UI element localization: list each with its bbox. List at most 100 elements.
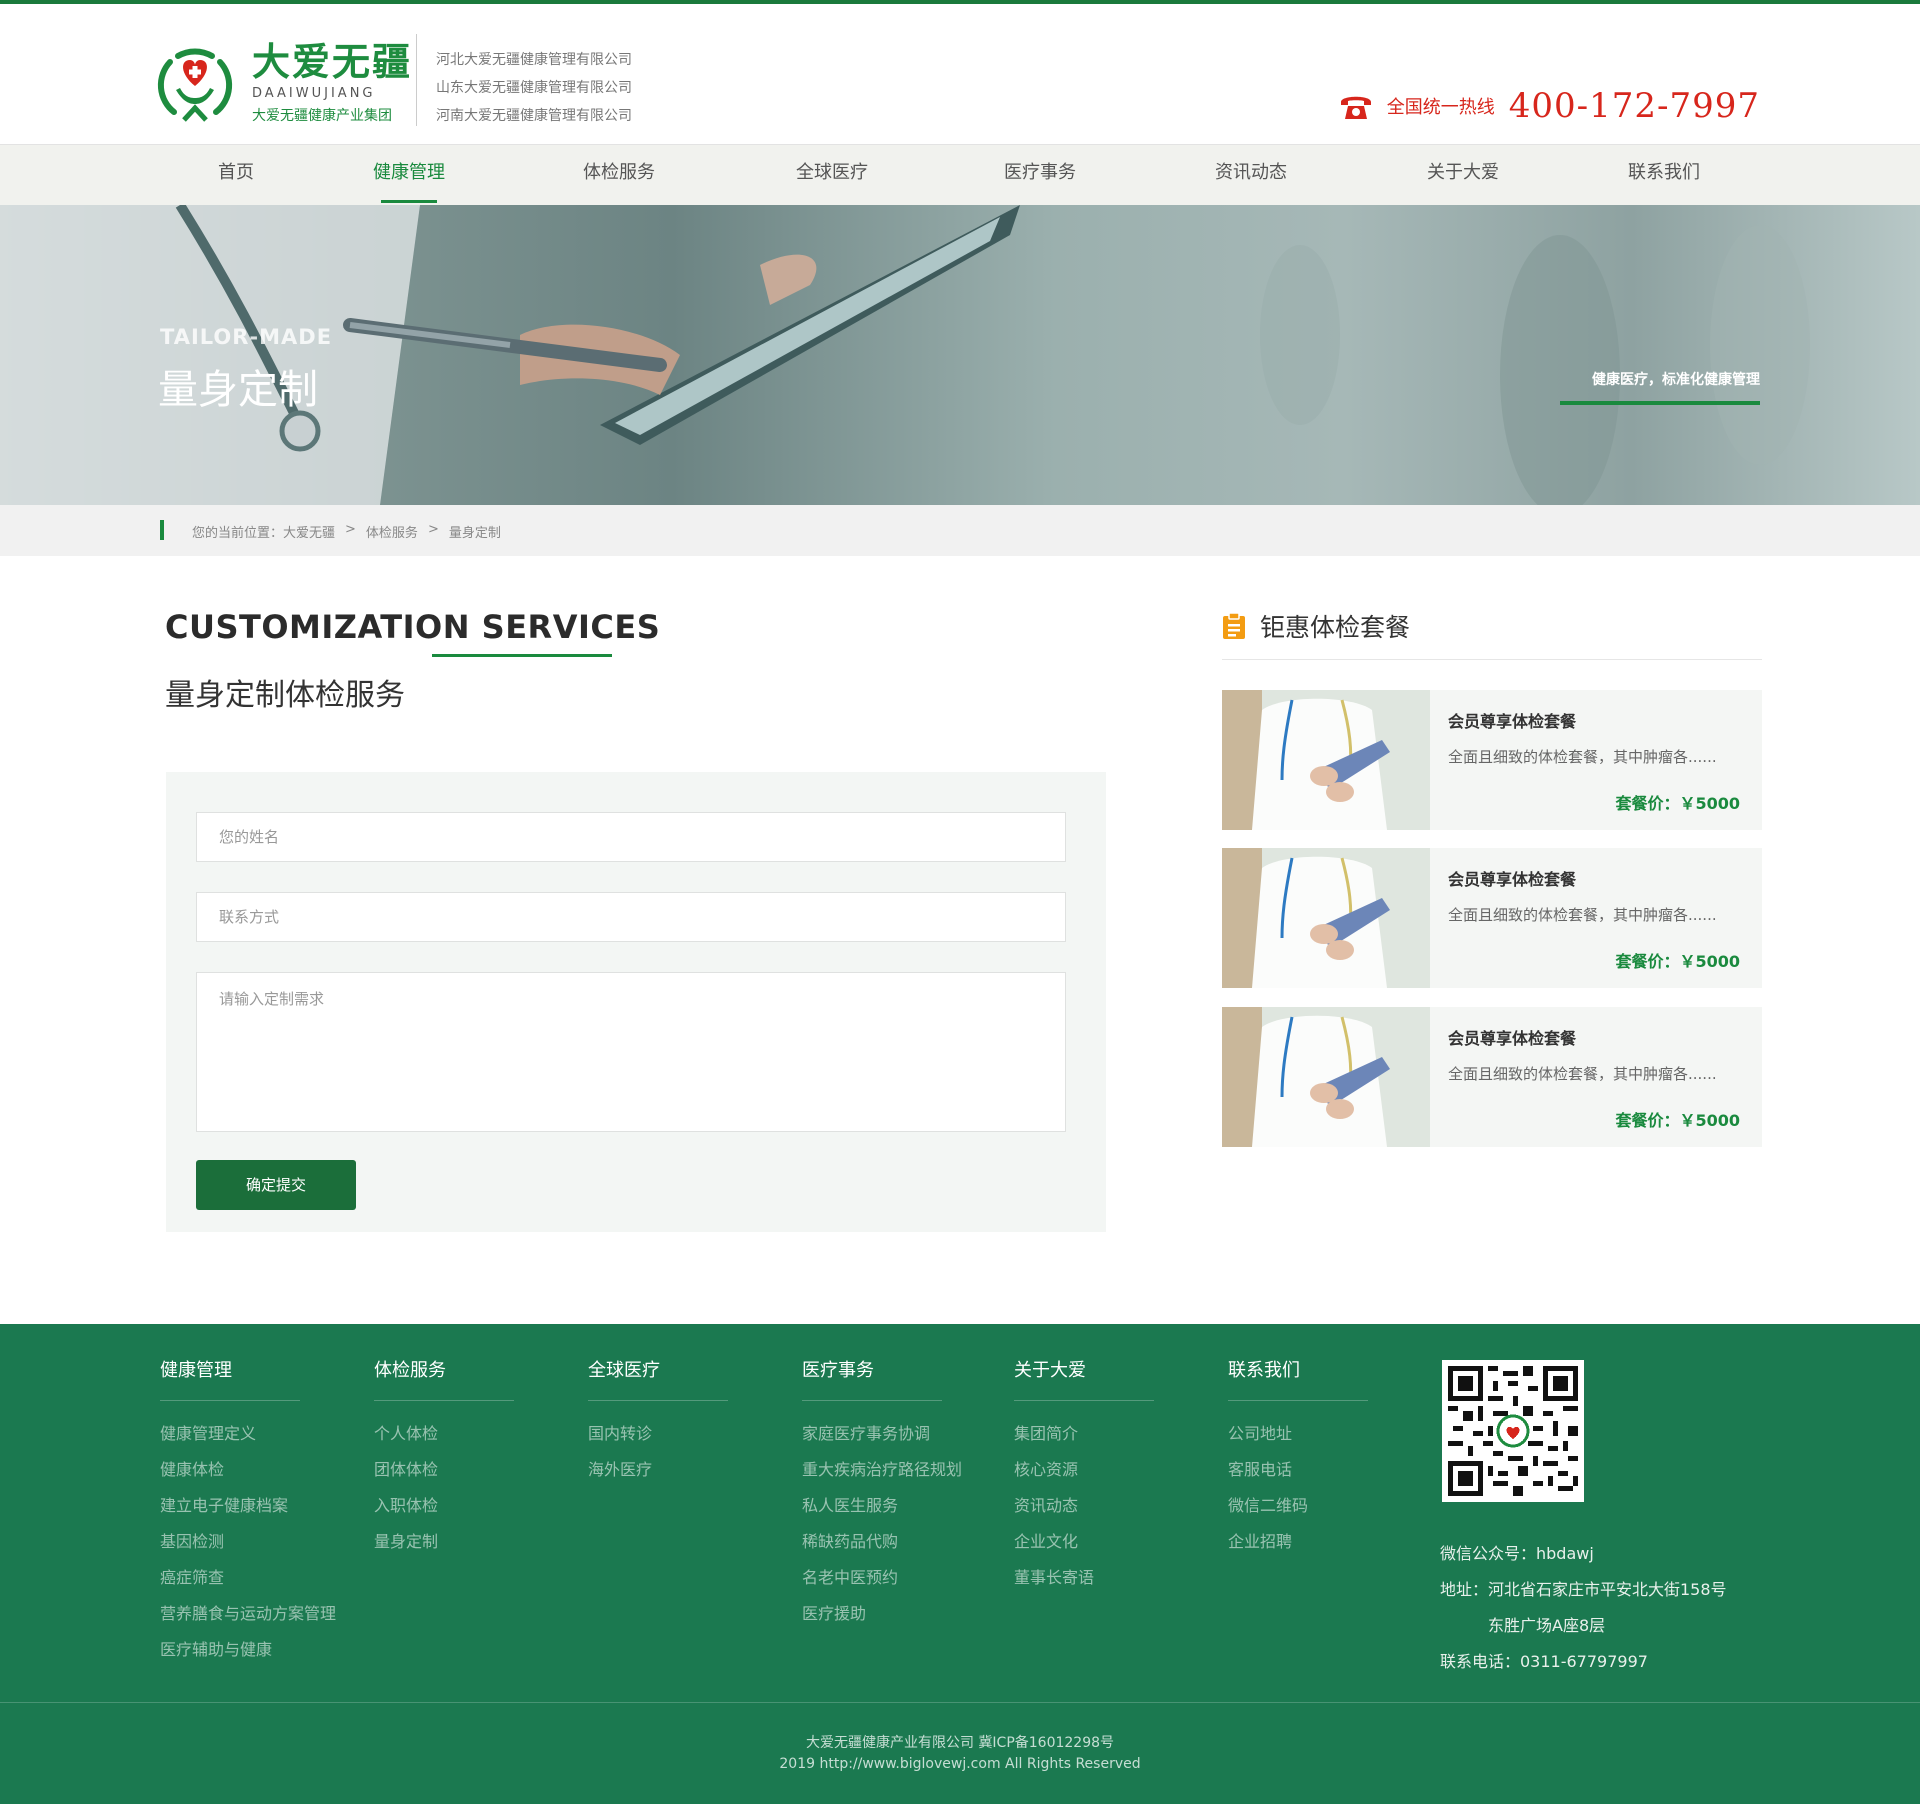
brand-logo-icon[interactable] bbox=[156, 42, 234, 124]
footer-link[interactable]: 医疗援助 bbox=[802, 1603, 962, 1625]
footer-link[interactable]: 团体体检 bbox=[374, 1459, 514, 1481]
footer-link[interactable]: 核心资源 bbox=[1014, 1459, 1154, 1481]
footer-link[interactable]: 基因检测 bbox=[160, 1531, 336, 1553]
footer-column-affairs: 医疗事务 家庭医疗事务协调 重大疾病治疗路径规划 私人医生服务 稀缺药品代购 名… bbox=[802, 1356, 962, 1625]
section-title-cn: 量身定制体检服务 bbox=[165, 678, 405, 713]
copyright-company: 大爱无疆健康产业有限公司 冀ICP备16012298号 bbox=[805, 1735, 1115, 1751]
footer-link[interactable]: 资讯动态 bbox=[1014, 1495, 1154, 1517]
sidebar-title: 钜惠体检套餐 bbox=[1260, 613, 1411, 642]
breadcrumb-current: 量身定制 bbox=[448, 526, 501, 541]
brand-text: 大爱无疆 DAAIWUJIANG 大爱无疆健康产业集团 bbox=[252, 40, 412, 125]
nav-item-checkup-services[interactable]: 体检服务 bbox=[559, 145, 679, 206]
brand-name-en: DAAIWUJIANG bbox=[252, 86, 376, 101]
breadcrumb-checkup[interactable]: 体检服务 bbox=[366, 522, 418, 541]
footer-link[interactable]: 企业招聘 bbox=[1228, 1531, 1368, 1553]
telephone-icon bbox=[1340, 96, 1371, 119]
package-title[interactable]: 会员尊享体检套餐 bbox=[1448, 1025, 1576, 1049]
footer-link[interactable]: 量身定制 bbox=[374, 1531, 514, 1553]
package-card[interactable]: 会员尊享体检套餐 全面且细致的体检套餐，其中肿瘤各...... 套餐价：￥500… bbox=[1222, 848, 1762, 988]
contact-phone: 联系电话：0311-67797997 bbox=[1440, 1652, 1648, 1671]
footer-heading: 全球医疗 bbox=[588, 1356, 728, 1401]
package-price: 套餐价：￥5000 bbox=[1615, 794, 1740, 813]
footer-column-about: 关于大爱 集团简介 核心资源 资讯动态 企业文化 董事长寄语 bbox=[1014, 1356, 1154, 1589]
nav-item-medical-affairs[interactable]: 医疗事务 bbox=[980, 145, 1100, 206]
footer-divider bbox=[0, 1702, 1920, 1703]
main-nav: 首页 健康管理 体检服务 全球医疗 医疗事务 资讯动态 关于大爱 联系我们 bbox=[0, 144, 1920, 205]
footer-link[interactable]: 集团简介 bbox=[1014, 1423, 1154, 1445]
address-line: 地址：河北省石家庄市平安北大街158号 bbox=[1440, 1580, 1727, 1599]
footer-link[interactable]: 客服电话 bbox=[1228, 1459, 1368, 1481]
header-divider bbox=[416, 34, 417, 126]
footer-link[interactable]: 医疗辅助与健康 bbox=[160, 1639, 336, 1661]
package-card[interactable]: 会员尊享体检套餐 全面且细致的体检套餐，其中肿瘤各...... 套餐价：￥500… bbox=[1222, 690, 1762, 830]
address-line-2: 东胜广场A座8层 bbox=[1488, 1616, 1606, 1635]
package-card[interactable]: 会员尊享体检套餐 全面且细致的体检套餐，其中肿瘤各...... 套餐价：￥500… bbox=[1222, 1007, 1762, 1147]
footer-link[interactable]: 家庭医疗事务协调 bbox=[802, 1423, 962, 1445]
company-item: 河北大爱无疆健康管理有限公司 bbox=[436, 52, 632, 68]
footer-column-global: 全球医疗 国内转诊 海外医疗 bbox=[588, 1356, 728, 1481]
footer-link[interactable]: 健康体检 bbox=[160, 1459, 336, 1481]
footer-link[interactable]: 个人体检 bbox=[374, 1423, 514, 1445]
footer-link[interactable]: 董事长寄语 bbox=[1014, 1567, 1154, 1589]
company-item: 河南大爱无疆健康管理有限公司 bbox=[436, 108, 632, 124]
name-input[interactable]: 您的姓名 bbox=[196, 812, 1066, 862]
sidebar-divider bbox=[1222, 659, 1762, 660]
hotline-number[interactable]: 400-172-7997 bbox=[1509, 86, 1760, 126]
footer-column-health: 健康管理 健康管理定义 健康体检 建立电子健康档案 基因检测 癌症筛查 营养膳食… bbox=[160, 1356, 336, 1661]
section-title-en: CUSTOMIZATION SERVICES bbox=[165, 608, 661, 646]
footer-link[interactable]: 重大疾病治疗路径规划 bbox=[802, 1459, 962, 1481]
footer-heading: 关于大爱 bbox=[1014, 1356, 1154, 1401]
footer-link[interactable]: 微信二维码 bbox=[1228, 1495, 1368, 1517]
footer-link[interactable]: 稀缺药品代购 bbox=[802, 1531, 962, 1553]
banner-title-cn: 量身定制 bbox=[158, 367, 318, 413]
nav-item-global-medical[interactable]: 全球医疗 bbox=[772, 145, 892, 206]
nav-item-home[interactable]: 首页 bbox=[176, 145, 296, 206]
breadcrumb-separator: > bbox=[345, 522, 356, 537]
footer-link[interactable]: 建立电子健康档案 bbox=[160, 1495, 336, 1517]
footer-link[interactable]: 癌症筛查 bbox=[160, 1567, 336, 1589]
breadcrumb-marker bbox=[160, 520, 164, 540]
banner-accent-line bbox=[1560, 401, 1760, 405]
wechat-account: 微信公众号：hbdawj bbox=[1440, 1544, 1594, 1563]
wechat-qr-code bbox=[1442, 1360, 1584, 1502]
footer-link[interactable]: 国内转诊 bbox=[588, 1423, 728, 1445]
footer-link[interactable]: 健康管理定义 bbox=[160, 1423, 336, 1445]
package-thumbnail bbox=[1222, 690, 1430, 830]
nav-item-about[interactable]: 关于大爱 bbox=[1403, 145, 1523, 206]
nav-item-health-management[interactable]: 健康管理 bbox=[349, 145, 469, 206]
footer-heading: 体检服务 bbox=[374, 1356, 514, 1401]
footer-link[interactable]: 私人医生服务 bbox=[802, 1495, 962, 1517]
footer-link[interactable]: 入职体检 bbox=[374, 1495, 514, 1517]
contact-input[interactable]: 联系方式 bbox=[196, 892, 1066, 942]
footer-column-contact: 联系我们 公司地址 客服电话 微信二维码 企业招聘 bbox=[1228, 1356, 1368, 1553]
clipboard-icon bbox=[1223, 612, 1245, 639]
footer-heading: 健康管理 bbox=[160, 1356, 300, 1401]
footer-contact-info: 微信公众号：hbdawj 地址：河北省石家庄市平安北大街158号 东胜广场A座8… bbox=[1440, 1536, 1727, 1680]
banner-title-en: TAILOR-MADE bbox=[160, 325, 333, 349]
footer-link[interactable]: 公司地址 bbox=[1228, 1423, 1368, 1445]
main-content: CUSTOMIZATION SERVICES 量身定制体检服务 您的姓名 联系方… bbox=[0, 556, 1920, 1326]
nav-item-contact[interactable]: 联系我们 bbox=[1604, 145, 1724, 206]
copyright-rights: 2019 http://www.biglovewj.com All Rights… bbox=[779, 1756, 1141, 1772]
site-footer: 健康管理 健康管理定义 健康体检 建立电子健康档案 基因检测 癌症筛查 营养膳食… bbox=[0, 1324, 1920, 1804]
package-thumbnail bbox=[1222, 1007, 1430, 1147]
footer-link[interactable]: 名老中医预约 bbox=[802, 1567, 962, 1589]
section-title-underline bbox=[432, 654, 612, 657]
brand-subtitle: 大爱无疆健康产业集团 bbox=[252, 108, 392, 124]
footer-link[interactable]: 营养膳食与运动方案管理 bbox=[160, 1603, 336, 1625]
package-title[interactable]: 会员尊享体检套餐 bbox=[1448, 708, 1576, 732]
breadcrumb: 您的当前位置：大爱无疆 > 体检服务 > 量身定制 bbox=[0, 505, 1920, 556]
footer-link[interactable]: 企业文化 bbox=[1014, 1531, 1154, 1553]
company-item: 山东大爱无疆健康管理有限公司 bbox=[436, 80, 632, 96]
package-description: 全面且细致的体检套餐，其中肿瘤各...... bbox=[1448, 748, 1717, 766]
submit-button[interactable]: 确定提交 bbox=[196, 1160, 356, 1210]
package-description: 全面且细致的体检套餐，其中肿瘤各...... bbox=[1448, 906, 1717, 924]
breadcrumb-home[interactable]: 您的当前位置：大爱无疆 bbox=[192, 522, 335, 541]
nav-item-news[interactable]: 资讯动态 bbox=[1191, 145, 1311, 206]
custom-request-form: 您的姓名 联系方式 请输入定制需求 确定提交 bbox=[166, 772, 1106, 1232]
footer-link[interactable]: 海外医疗 bbox=[588, 1459, 728, 1481]
footer-column-checkup: 体检服务 个人体检 团体体检 入职体检 量身定制 bbox=[374, 1356, 514, 1553]
requirements-textarea[interactable]: 请输入定制需求 bbox=[196, 972, 1066, 1132]
package-title[interactable]: 会员尊享体检套餐 bbox=[1448, 866, 1576, 890]
package-price: 套餐价：￥5000 bbox=[1615, 952, 1740, 971]
